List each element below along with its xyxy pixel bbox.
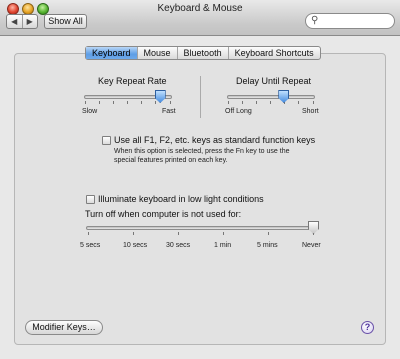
timeout-tick-label: Never xyxy=(302,242,321,249)
illuminate-checkbox[interactable] xyxy=(86,195,95,204)
timeout-slider-tick xyxy=(223,232,224,235)
search-field[interactable]: ⚲ xyxy=(305,13,395,29)
forward-icon[interactable]: ▶ xyxy=(23,15,38,28)
slider-tick xyxy=(99,101,100,104)
timeout-slider-tick xyxy=(178,232,179,235)
search-icon: ⚲ xyxy=(311,15,319,26)
slider-tick xyxy=(113,101,114,104)
timeout-tick-label: 5 secs xyxy=(80,242,101,249)
illumination-timeout-track[interactable] xyxy=(86,226,317,230)
key-repeat-title: Key Repeat Rate xyxy=(98,76,167,86)
slider-tick xyxy=(313,101,314,104)
title-bar: Keyboard & Mouse ◀ ▶ Show All ⚲ xyxy=(0,0,400,36)
timeout-tick-label: 30 secs xyxy=(166,242,191,249)
tab-bar: Keyboard Mouse Bluetooth Keyboard Shortc… xyxy=(85,46,321,60)
turn-off-label: Turn off when computer is not used for: xyxy=(85,209,242,219)
delay-repeat-min-label: Off Long xyxy=(225,108,252,115)
delay-repeat-max-label: Short xyxy=(302,108,319,115)
key-repeat-max-label: Fast xyxy=(162,108,176,115)
fn-keys-checkbox[interactable] xyxy=(102,136,111,145)
fn-keys-label[interactable]: Use all F1, F2, etc. keys as standard fu… xyxy=(114,135,315,145)
show-all-button[interactable]: Show All xyxy=(44,14,87,29)
slider-tick xyxy=(155,101,156,104)
delay-repeat-track[interactable] xyxy=(227,95,315,99)
slider-tick xyxy=(85,101,86,104)
slider-tick xyxy=(242,101,243,104)
delay-repeat-title: Delay Until Repeat xyxy=(236,76,312,86)
back-icon[interactable]: ◀ xyxy=(7,15,23,28)
timeout-tick-label: 10 secs xyxy=(123,242,148,249)
back-forward-buttons: ◀ ▶ xyxy=(6,14,38,29)
slider-tick xyxy=(256,101,257,104)
slider-tick xyxy=(270,101,271,104)
illuminate-label[interactable]: Illuminate keyboard in low light conditi… xyxy=(98,194,264,204)
timeout-tick-label: 1 min xyxy=(214,242,232,249)
tab-keyboard-shortcuts[interactable]: Keyboard Shortcuts xyxy=(229,47,320,59)
slider-tick xyxy=(141,101,142,104)
slider-tick xyxy=(170,101,171,104)
slider-tick xyxy=(127,101,128,104)
timeout-tick-label: 5 mins xyxy=(257,242,278,249)
timeout-slider-tick xyxy=(88,232,89,235)
tab-bluetooth[interactable]: Bluetooth xyxy=(178,47,229,59)
timeout-slider-tick xyxy=(133,232,134,235)
key-repeat-min-label: Slow xyxy=(82,108,98,115)
fn-keys-note-line2: special features printed on each key. xyxy=(114,157,228,164)
preferences-window: Keyboard & Mouse ◀ ▶ Show All ⚲ Keyboard… xyxy=(0,0,400,359)
fn-keys-note-line1: When this option is selected, press the … xyxy=(114,148,290,155)
tab-keyboard[interactable]: Keyboard xyxy=(86,47,138,59)
help-button[interactable]: ? xyxy=(361,321,374,334)
tab-mouse[interactable]: Mouse xyxy=(138,47,178,59)
slider-tick xyxy=(228,101,229,104)
slider-tick xyxy=(298,101,299,104)
slider-divider xyxy=(200,76,201,118)
modifier-keys-button[interactable]: Modifier Keys… xyxy=(25,320,103,335)
timeout-slider-tick xyxy=(268,232,269,235)
